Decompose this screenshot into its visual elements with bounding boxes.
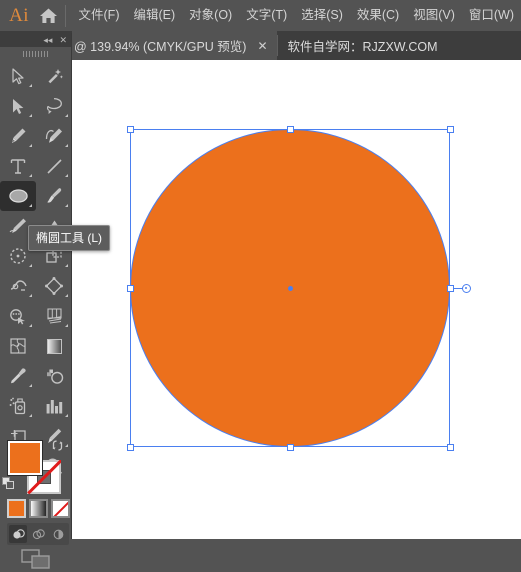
flyout-indicator <box>29 264 32 267</box>
panel-drag-grip[interactable] <box>0 47 71 61</box>
magic-wand-tool-icon[interactable] <box>36 61 72 91</box>
document-tab-bar: @ 139.94% (CMYK/GPU 预览) ✕ 软件自学网：RJZXW.CO… <box>0 31 521 60</box>
pen-tool-icon[interactable] <box>0 121 36 151</box>
gradient-tool-icon[interactable] <box>36 331 72 361</box>
handle-bottom-center[interactable] <box>286 443 294 451</box>
mesh-tool-icon[interactable] <box>0 331 36 361</box>
draw-normal-icon[interactable] <box>9 525 27 543</box>
handle-top-center[interactable] <box>286 125 294 133</box>
fill-stroke-swatches <box>0 437 71 496</box>
menu-view[interactable]: 视图(V) <box>406 0 462 31</box>
collapse-icon[interactable]: ◂◂ <box>43 35 52 45</box>
menu-select[interactable]: 选择(S) <box>294 0 350 31</box>
close-icon[interactable]: ✕ <box>254 40 270 52</box>
direct-selection-tool-icon[interactable] <box>0 91 36 121</box>
color-controls <box>0 437 71 572</box>
menu-edit[interactable]: 编辑(E) <box>126 0 182 31</box>
color-mode-solid[interactable] <box>7 499 26 518</box>
menu-bar: Ai 文件(F) 编辑(E) 对象(O) 文字(T) 选择(S) 效果(C) 视… <box>0 0 521 31</box>
flyout-indicator <box>29 204 32 207</box>
promo-label: 软件自学网：RJZXW.COM <box>287 40 438 54</box>
menu-item-list: 文件(F) 编辑(E) 对象(O) 文字(T) 选择(S) 效果(C) 视图(V… <box>72 0 521 31</box>
fill-swatch[interactable] <box>8 441 42 475</box>
canvas-area[interactable] <box>72 60 521 539</box>
selection-tool-icon[interactable] <box>0 61 36 91</box>
free-transform-tool-icon[interactable] <box>36 271 72 301</box>
flyout-indicator <box>29 144 32 147</box>
anchor-center-point <box>287 285 293 291</box>
tool-tooltip: 椭圆工具 (L) <box>28 225 111 251</box>
column-graph-tool-icon[interactable] <box>36 391 72 421</box>
menu-type[interactable]: 文字(T) <box>239 0 294 31</box>
flyout-indicator <box>29 174 32 177</box>
line-segment-tool-icon[interactable] <box>36 151 72 181</box>
document-tab-title: @ 139.94% (CMYK/GPU 预览) <box>74 40 247 54</box>
color-mode-gradient[interactable] <box>29 499 48 518</box>
change-screen-mode-icon[interactable] <box>0 549 71 570</box>
symbol-sprayer-tool-icon[interactable] <box>0 391 36 421</box>
document-tab[interactable]: @ 139.94% (CMYK/GPU 预览) ✕ <box>72 31 277 60</box>
menu-file[interactable]: 文件(F) <box>72 0 127 31</box>
flyout-indicator <box>65 294 68 297</box>
flyout-indicator <box>65 114 68 117</box>
shape-builder-tool-icon[interactable] <box>0 301 36 331</box>
flyout-indicator <box>65 144 68 147</box>
handle-bottom-left[interactable] <box>126 443 134 451</box>
eyedropper-tool-icon[interactable] <box>0 361 36 391</box>
close-icon[interactable]: ✕ <box>59 35 67 45</box>
tool-grid <box>0 61 71 481</box>
lasso-tool-icon[interactable] <box>36 91 72 121</box>
curvature-tool-icon[interactable] <box>36 121 72 151</box>
draw-mode-row <box>7 523 69 545</box>
flyout-indicator <box>29 384 32 387</box>
app-logo: Ai <box>9 4 30 26</box>
flyout-indicator <box>29 414 32 417</box>
menu-object[interactable]: 对象(O) <box>182 0 239 31</box>
color-mode-row <box>7 499 70 518</box>
flyout-indicator <box>65 324 68 327</box>
draw-inside-icon[interactable] <box>49 525 67 543</box>
flyout-indicator <box>65 414 68 417</box>
width-tool-icon[interactable] <box>0 271 36 301</box>
grip-dots <box>22 51 49 57</box>
menu-divider <box>64 4 66 27</box>
flyout-indicator <box>29 84 32 87</box>
blend-tool-icon[interactable] <box>36 361 72 391</box>
paintbrush-tool-icon[interactable] <box>36 181 72 211</box>
flyout-indicator <box>29 324 32 327</box>
tools-panel-header: ◂◂ ✕ <box>0 33 71 47</box>
ellipse-tool-icon[interactable] <box>0 181 36 211</box>
illustrator-window: Ai 文件(F) 编辑(E) 对象(O) 文字(T) 选择(S) 效果(C) 视… <box>0 0 521 569</box>
handle-top-right[interactable] <box>446 125 454 133</box>
tools-panel: ◂◂ ✕ 椭圆工具 (L) <box>0 33 111 569</box>
menu-window[interactable]: 窗口(W) <box>462 0 521 31</box>
swap-fill-stroke-icon[interactable] <box>51 439 64 457</box>
perspective-grid-tool-icon[interactable] <box>36 301 72 331</box>
handle-bottom-right[interactable] <box>446 443 454 451</box>
handle-middle-left[interactable] <box>126 284 134 292</box>
handle-middle-right[interactable] <box>446 284 454 292</box>
flyout-indicator <box>65 264 68 267</box>
default-fill-stroke-icon[interactable] <box>2 477 16 496</box>
type-tool-icon[interactable] <box>0 151 36 181</box>
flyout-indicator <box>29 294 32 297</box>
selection-overlay <box>72 60 521 539</box>
flyout-indicator <box>65 204 68 207</box>
color-mode-none[interactable] <box>51 499 70 518</box>
handle-top-left[interactable] <box>126 125 134 133</box>
flyout-indicator <box>65 174 68 177</box>
draw-behind-icon[interactable] <box>29 525 47 543</box>
flyout-indicator <box>29 114 32 117</box>
live-shape-widget-icon[interactable] <box>462 283 471 293</box>
menu-effect[interactable]: 效果(C) <box>350 0 406 31</box>
home-icon[interactable] <box>34 7 63 24</box>
